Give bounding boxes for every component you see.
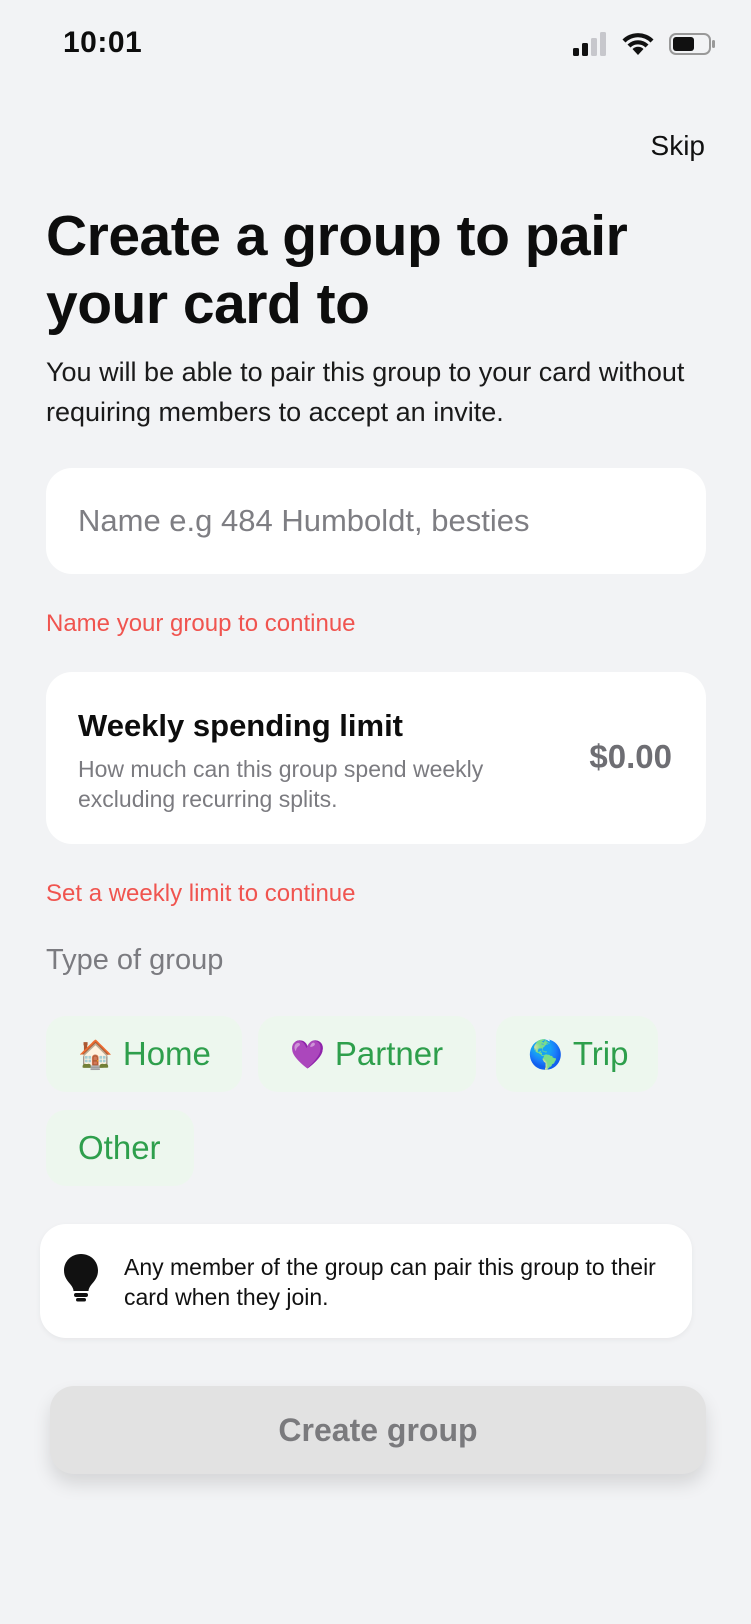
- group-type-partner-chip[interactable]: 💜 Partner: [258, 1016, 476, 1092]
- battery-icon: [669, 32, 717, 61]
- chip-label: Home: [122, 1035, 211, 1072]
- limit-error-text: Set a weekly limit to continue: [46, 880, 356, 907]
- chip-label: Trip: [572, 1035, 629, 1072]
- chip-label: Other: [78, 1129, 161, 1166]
- create-group-button[interactable]: Create group: [50, 1386, 706, 1474]
- group-type-label: Type of group: [46, 944, 224, 976]
- wifi-icon: [621, 32, 655, 61]
- group-type-home-chip[interactable]: 🏠 Home: [46, 1016, 242, 1092]
- house-icon: 🏠: [78, 1038, 113, 1070]
- group-type-trip-chip[interactable]: 🌎 Trip: [496, 1016, 658, 1092]
- weekly-limit-description: How much can this group spend weekly exc…: [78, 756, 484, 812]
- globe-icon: 🌎: [528, 1038, 563, 1070]
- lightbulb-icon: [62, 1252, 100, 1307]
- weekly-limit-amount[interactable]: $0.00: [589, 738, 672, 776]
- group-name-input[interactable]: [46, 468, 706, 574]
- info-tip-card: Any member of the group can pair this gr…: [40, 1224, 692, 1338]
- group-type-other-chip[interactable]: Other: [46, 1110, 194, 1186]
- weekly-limit-title: Weekly spending limit: [78, 708, 404, 743]
- status-icons: [573, 32, 717, 61]
- page-title: Create a group to pair your card to: [46, 204, 628, 336]
- name-error-text: Name your group to continue: [46, 610, 356, 637]
- weekly-limit-card[interactable]: Weekly spending limit How much can this …: [46, 672, 706, 844]
- signal-icon: [573, 32, 607, 61]
- purple-heart-icon: 💜: [290, 1038, 325, 1070]
- status-bar: 10:01: [0, 0, 751, 92]
- status-time: 10:01: [63, 26, 143, 59]
- info-tip-text: Any member of the group can pair this gr…: [124, 1254, 656, 1310]
- group-name-field-container: [46, 468, 706, 574]
- chip-label: Partner: [334, 1035, 444, 1072]
- page-subtitle: You will be able to pair this group to y…: [46, 357, 685, 427]
- skip-button[interactable]: Skip: [651, 130, 705, 162]
